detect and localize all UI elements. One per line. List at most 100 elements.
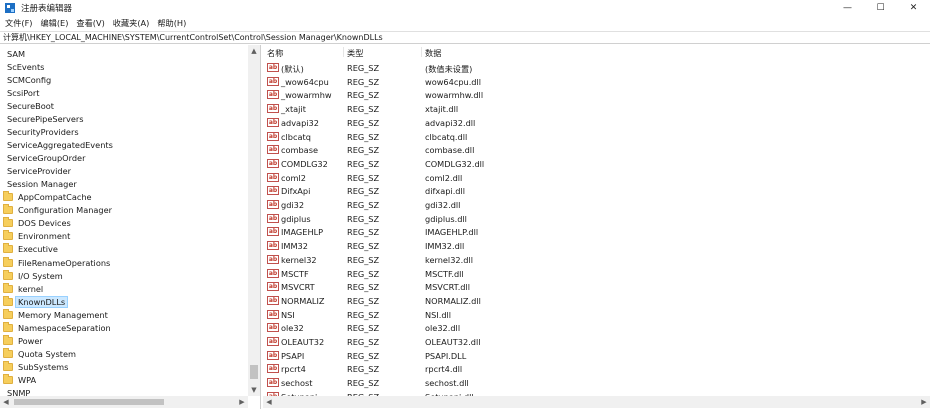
tree-item-label: ScEvents (7, 61, 45, 72)
menu-file[interactable]: 文件(F) (5, 17, 32, 29)
value-name: MSCTF (281, 268, 309, 279)
value-row[interactable]: ab advapi32 REG_SZ advapi32.dll (263, 116, 930, 130)
value-row[interactable]: ab rpcrt4 REG_SZ rpcrt4.dll (263, 362, 930, 376)
address-bar[interactable]: 计算机\HKEY_LOCAL_MACHINE\SYSTEM\CurrentCon… (0, 31, 930, 44)
folder-icon (3, 269, 13, 280)
tree-item[interactable]: kernel (0, 282, 247, 295)
tree-horizontal-scrollbar[interactable]: ◀ ▶ (0, 396, 248, 408)
column-header-type[interactable]: 类型 (347, 47, 363, 59)
tree-item-label: SecurePipeServers (7, 113, 84, 124)
tree-item[interactable]: ScsiPort (0, 86, 247, 99)
value-type: REG_SZ (347, 282, 380, 293)
value-row[interactable]: ab gdi32 REG_SZ gdi32.dll (263, 198, 930, 212)
string-value-icon: ab (267, 117, 279, 127)
tree-item[interactable]: Power (0, 334, 247, 347)
tree-item[interactable]: WPA (0, 374, 247, 387)
value-row[interactable]: ab COMDLG32 REG_SZ COMDLG32.dll (263, 157, 930, 171)
tree-item-label: SCMConfig (7, 74, 52, 85)
string-value-icon: ab (267, 227, 279, 237)
value-row[interactable]: ab NORMALIZ REG_SZ NORMALIZ.dll (263, 294, 930, 308)
tree-item[interactable]: NamespaceSeparation (0, 321, 247, 334)
tree-item[interactable]: FileRenameOperations (0, 256, 247, 269)
menu-favorites[interactable]: 收藏夹(A) (113, 17, 150, 29)
tree-item[interactable]: Configuration Manager (0, 204, 247, 217)
tree-item[interactable]: Memory Management (0, 308, 247, 321)
column-header-name[interactable]: 名称 (267, 47, 283, 59)
tree-vertical-scrollbar[interactable]: ▲ ▼ (248, 45, 260, 396)
value-type: REG_SZ (347, 145, 380, 156)
tree-item-label: Session Manager (7, 179, 77, 190)
folder-icon (3, 334, 13, 345)
menu-edit[interactable]: 编辑(E) (40, 17, 68, 29)
tree-item[interactable]: ServiceProvider (0, 165, 247, 178)
string-value-icon: ab (267, 268, 279, 278)
value-name: clbcatq (281, 131, 311, 142)
tree-item[interactable]: SecurePipeServers (0, 112, 247, 125)
menu-view[interactable]: 查看(V) (76, 17, 104, 29)
tree-item[interactable]: SAM (0, 47, 247, 60)
value-row[interactable]: ab combase REG_SZ combase.dll (263, 143, 930, 157)
value-row[interactable]: ab MSVCRT REG_SZ MSVCRT.dll (263, 280, 930, 294)
value-row[interactable]: ab IMAGEHLP REG_SZ IMAGEHLP.dll (263, 225, 930, 239)
tree-item[interactable]: Quota System (0, 347, 247, 360)
value-row[interactable]: ab clbcatq REG_SZ clbcatq.dll (263, 130, 930, 144)
tree-item[interactable]: SubSystems (0, 361, 247, 374)
string-value-icon: ab (267, 350, 279, 360)
tree-item[interactable]: Session Manager (0, 178, 247, 191)
column-divider[interactable] (343, 47, 344, 57)
minimize-button[interactable]: — (831, 0, 864, 15)
tree-item[interactable]: AppCompatCache (0, 191, 247, 204)
folder-icon (3, 308, 13, 319)
window-title: 注册表编辑器 (21, 3, 73, 14)
value-row[interactable]: ab DifxApi REG_SZ difxapi.dll (263, 184, 930, 198)
scroll-right-arrow-icon[interactable]: ▶ (918, 396, 930, 408)
values-horizontal-scrollbar[interactable]: ◀ ▶ (263, 396, 930, 408)
value-row[interactable]: ab NSI REG_SZ NSI.dll (263, 308, 930, 322)
value-row[interactable]: ab OLEAUT32 REG_SZ OLEAUT32.dll (263, 335, 930, 349)
scroll-left-arrow-icon[interactable]: ◀ (263, 396, 275, 408)
value-row[interactable]: ab kernel32 REG_SZ kernel32.dll (263, 253, 930, 267)
tree-item[interactable]: SCMConfig (0, 73, 247, 86)
tree-item[interactable]: SecurityProviders (0, 125, 247, 138)
tree-item[interactable]: SecureBoot (0, 99, 247, 112)
folder-icon (3, 347, 13, 358)
tree-item[interactable]: ServiceAggregatedEvents (0, 138, 247, 151)
tree-item[interactable]: ScEvents (0, 60, 247, 73)
column-divider[interactable] (421, 47, 422, 57)
value-name: advapi32 (281, 117, 319, 128)
value-row[interactable]: ab sechost REG_SZ sechost.dll (263, 376, 930, 390)
value-data: PSAPI.DLL (425, 350, 467, 361)
value-row[interactable]: ab _wowarmhw REG_SZ wowarmhw.dll (263, 88, 930, 102)
tree-item[interactable]: Environment (0, 230, 247, 243)
value-row[interactable]: ab MSCTF REG_SZ MSCTF.dll (263, 267, 930, 281)
tree-item[interactable]: ServiceGroupOrder (0, 152, 247, 165)
value-row[interactable]: ab coml2 REG_SZ coml2.dll (263, 171, 930, 185)
tree-item-label: FileRenameOperations (18, 257, 111, 268)
menu-help[interactable]: 帮助(H) (157, 17, 186, 29)
tree-item[interactable]: KnownDLLs (0, 295, 247, 308)
value-row[interactable]: ab _xtajit REG_SZ xtajit.dll (263, 102, 930, 116)
value-data: advapi32.dll (425, 117, 476, 128)
value-row[interactable]: ab (默认) REG_SZ (数值未设置) (263, 61, 930, 75)
value-row[interactable]: ab PSAPI REG_SZ PSAPI.DLL (263, 349, 930, 363)
string-value-icon: ab (267, 131, 279, 141)
scroll-up-arrow-icon[interactable]: ▲ (248, 45, 260, 57)
value-row[interactable]: ab gdiplus REG_SZ gdiplus.dll (263, 212, 930, 226)
value-row[interactable]: ab ole32 REG_SZ ole32.dll (263, 321, 930, 335)
value-data: xtajit.dll (425, 104, 459, 115)
tree-item[interactable]: DOS Devices (0, 217, 247, 230)
tree-item[interactable]: I/O System (0, 269, 247, 282)
value-row[interactable]: ab _wow64cpu REG_SZ wow64cpu.dll (263, 75, 930, 89)
value-row[interactable]: ab IMM32 REG_SZ IMM32.dll (263, 239, 930, 253)
string-value-icon: ab (267, 295, 279, 305)
tree-item[interactable]: Executive (0, 243, 247, 256)
tree-scroll-thumb[interactable] (250, 365, 258, 379)
value-name: _wowarmhw (281, 90, 332, 101)
close-button[interactable]: ✕ (897, 0, 930, 15)
scroll-right-arrow-icon[interactable]: ▶ (236, 396, 248, 408)
maximize-button[interactable]: ☐ (864, 0, 897, 15)
column-header-data[interactable]: 数据 (425, 47, 441, 59)
scroll-left-arrow-icon[interactable]: ◀ (0, 396, 12, 408)
scroll-down-arrow-icon[interactable]: ▼ (248, 384, 260, 396)
tree-hscroll-thumb[interactable] (14, 399, 164, 405)
